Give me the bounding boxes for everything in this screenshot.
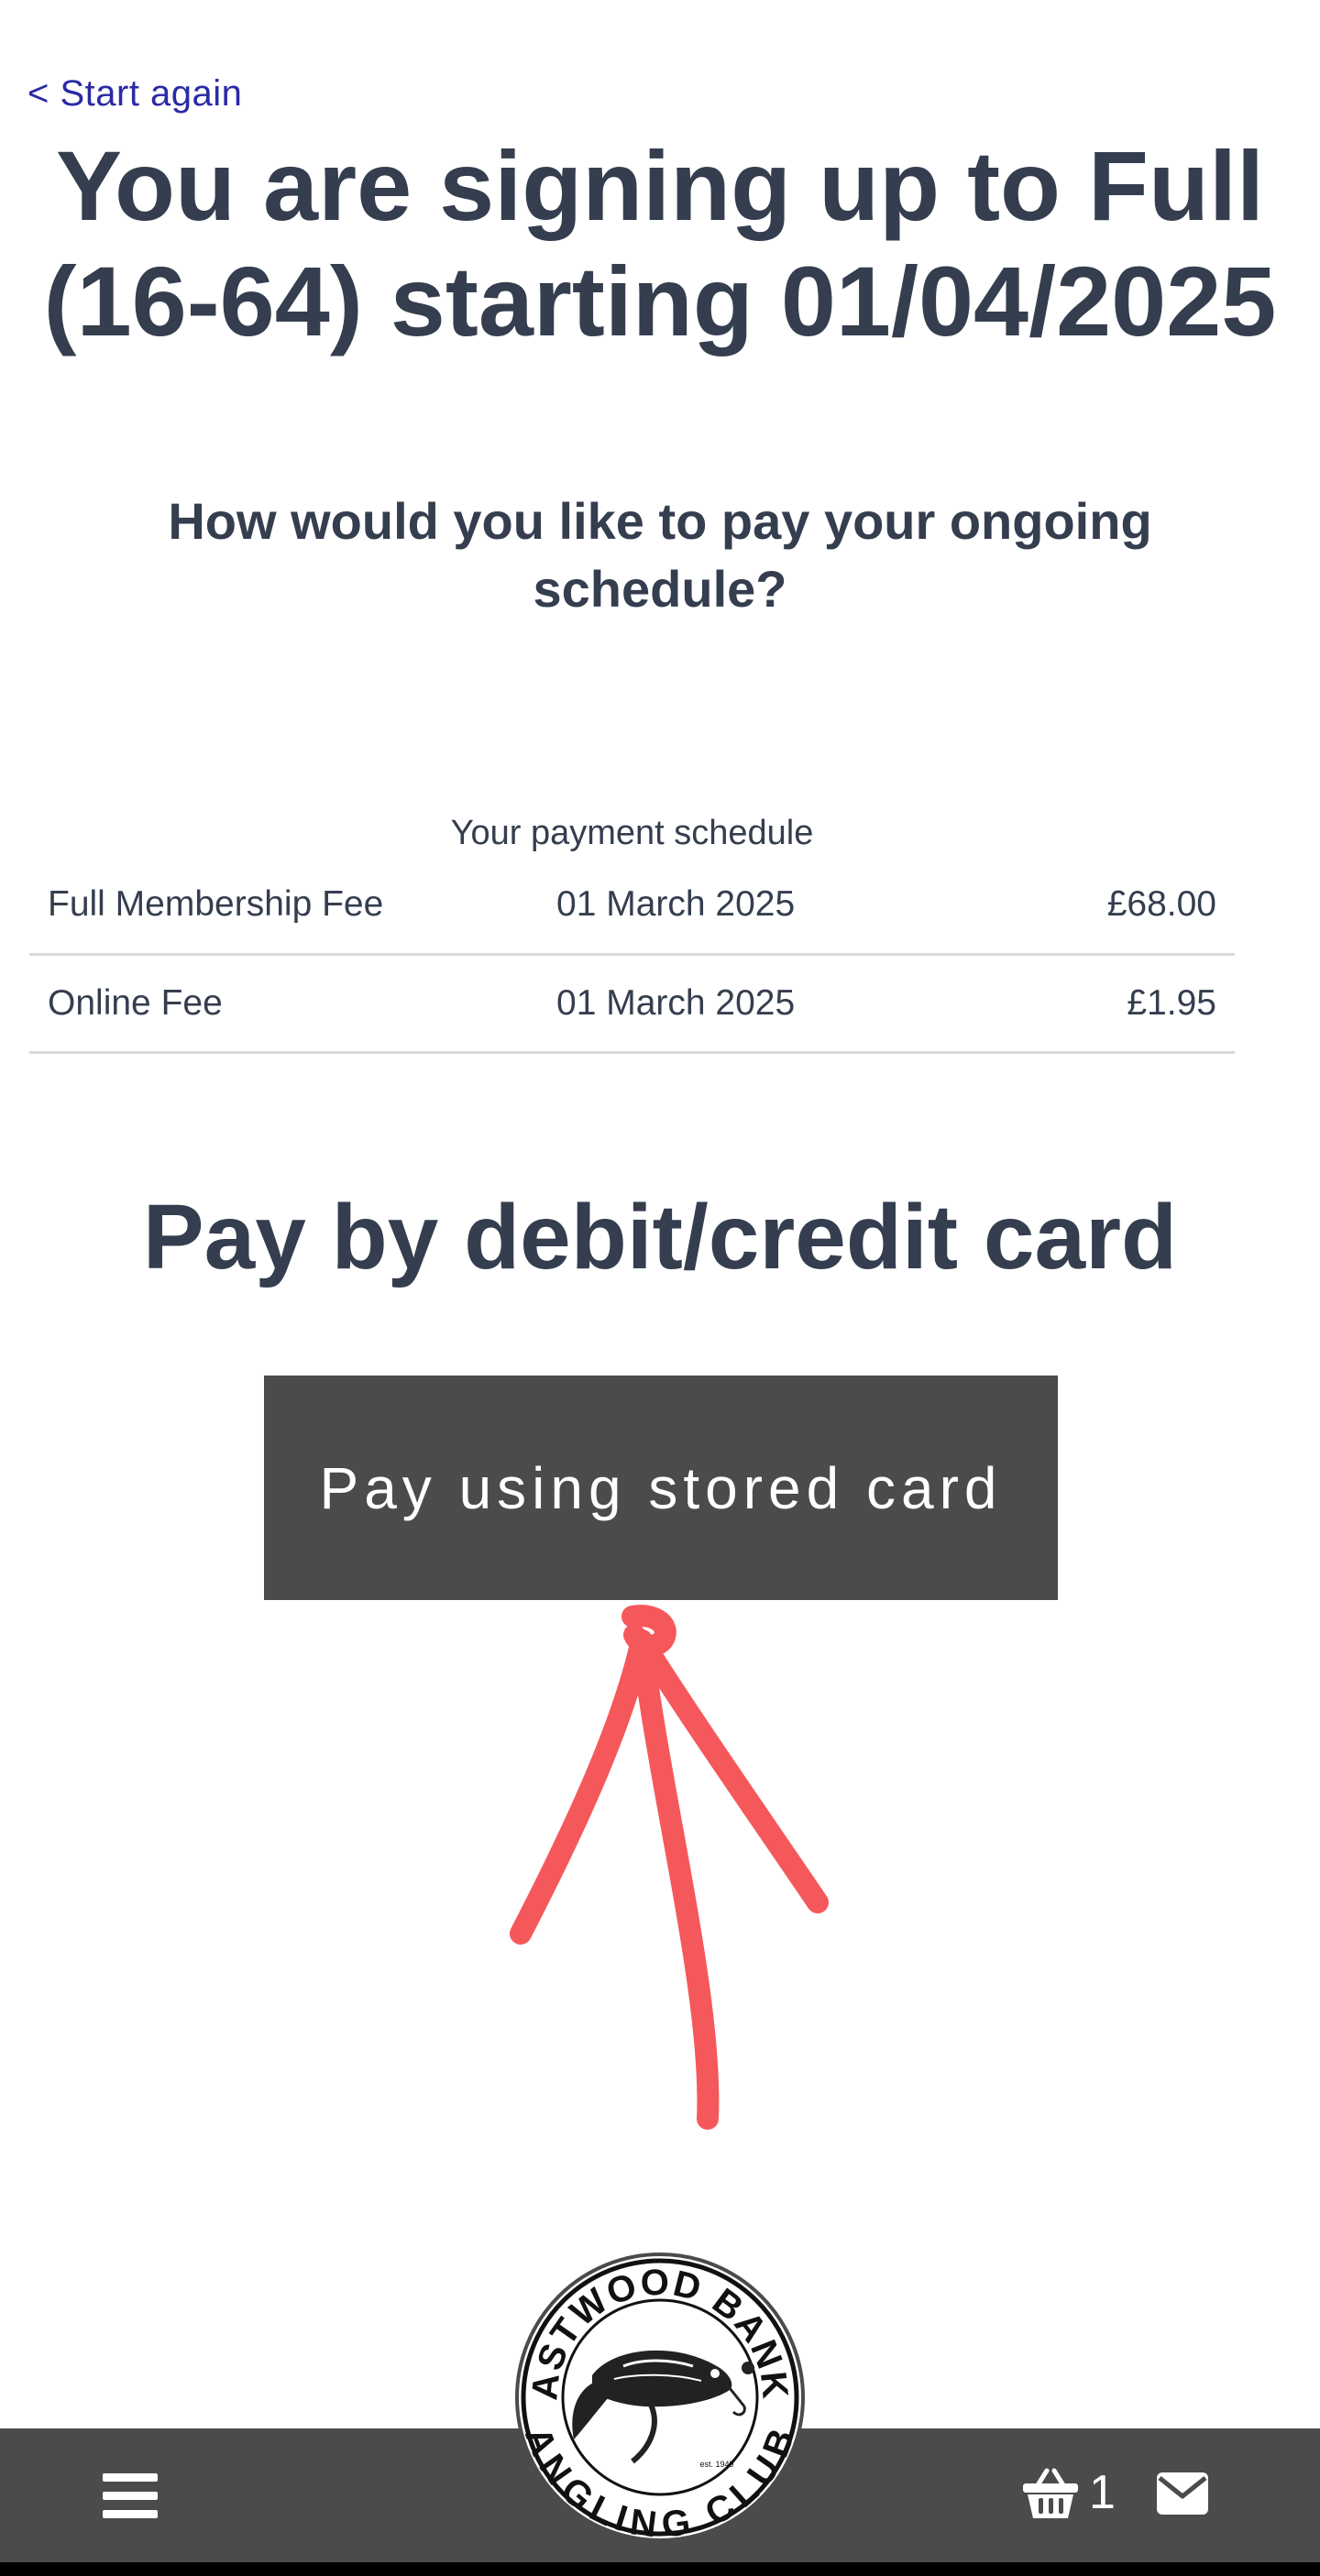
table-row: Full Membership Fee 01 March 2025 £68.00	[29, 856, 1235, 956]
schedule-amount: £68.00	[978, 856, 1235, 956]
pay-stored-card-button[interactable]: Pay using stored card	[264, 1376, 1058, 1600]
annotation-arrow-icon	[510, 1605, 829, 2130]
menu-icon[interactable]	[103, 2472, 158, 2519]
schedule-date: 01 March 2025	[538, 954, 978, 1054]
club-logo: ASTWOOD BANK ANGLING CLUB est. 1949	[515, 2253, 805, 2544]
start-again-link[interactable]: < Start again	[28, 73, 242, 115]
logo-est-text: est. 1949	[699, 2460, 733, 2469]
bottom-edge-strip	[0, 2562, 1320, 2576]
basket-icon[interactable]	[1021, 2467, 1080, 2520]
payment-schedule-table: Full Membership Fee 01 March 2025 £68.00…	[29, 856, 1235, 1054]
schedule-caption: Your payment schedule	[450, 814, 814, 852]
mail-icon[interactable]	[1157, 2472, 1208, 2515]
page-title: You are signing up to Full (16-64) start…	[43, 130, 1277, 356]
table-row: Online Fee 01 March 2025 £1.95	[29, 954, 1235, 1054]
basket-count[interactable]: 1	[1089, 2465, 1116, 2520]
schedule-description: Online Fee	[29, 954, 538, 1054]
payment-question: How would you like to pay your ongoing s…	[168, 492, 1152, 618]
schedule-description: Full Membership Fee	[29, 856, 538, 956]
card-payment-heading: Pay by debit/credit card	[142, 1186, 1178, 1288]
schedule-date: 01 March 2025	[538, 856, 978, 956]
schedule-amount: £1.95	[978, 954, 1235, 1054]
